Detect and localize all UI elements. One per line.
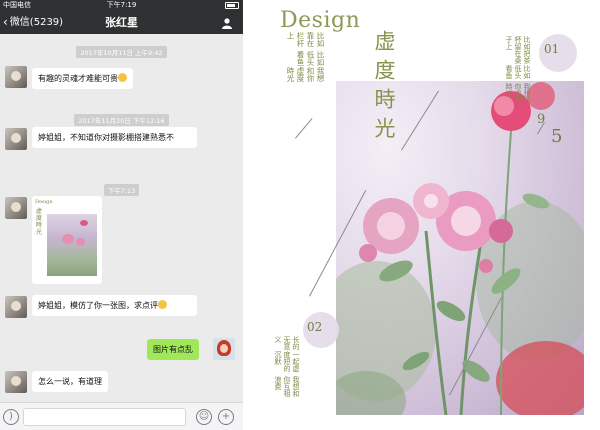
thumbnail-flower [76, 238, 85, 246]
message-bubble-out[interactable]: 图片有点乱 [147, 339, 199, 360]
number-01: 01 [544, 42, 560, 56]
number-02: 02 [307, 320, 323, 334]
person-icon[interactable] [221, 17, 233, 29]
chat-title: 张红星 [105, 16, 138, 29]
thumbnail-flower [80, 220, 88, 226]
image-message[interactable]: Design 虚度時光 [32, 196, 102, 284]
message-input[interactable] [23, 408, 186, 426]
grin-emoji-icon [158, 300, 167, 309]
thumbnail-vertical-text: 虚度時光 [36, 208, 43, 236]
divider-line [295, 118, 313, 139]
contact-avatar[interactable] [5, 128, 27, 150]
message-bubble-in[interactable]: 婷姐姐，模仿了你一张图，求点评 [32, 295, 197, 316]
poster-poem-top-left: 我想和你虚度時光 比如低头看鱼 比如靠在栏杆上 [286, 32, 325, 83]
message-bubble-in[interactable]: 有趣的灵魂才难能可贵 [32, 68, 133, 89]
status-time: 下午7:19 [106, 1, 137, 9]
timestamp: 下午7:13 [0, 178, 243, 197]
thumbnail-flower [62, 234, 74, 244]
emoji-icon[interactable]: ☺ [196, 409, 212, 425]
contact-avatar[interactable] [5, 371, 27, 393]
poster-title: Design [280, 8, 361, 33]
poster-poem-bottom-left: 我想和你互相浪费 一起虚度短的沉默 长的无意义 [274, 336, 300, 397]
number-5: 5 [551, 126, 563, 147]
timestamp: 2017年10月11日 上午9:42 [0, 40, 243, 59]
screenshot-composite: 中国电信 下午7:19 ‹ 微信(5239) 张红星 2017年10月11日 上… [0, 0, 600, 430]
contact-avatar[interactable] [5, 197, 27, 219]
message-bubble-in[interactable]: 婷姐姐，不知道你对摄影棚搭建熟悉不 [32, 127, 197, 148]
plus-icon[interactable]: + [218, 409, 234, 425]
message-bubble-in[interactable]: 怎么一说，有道理 [32, 371, 108, 392]
contact-avatar[interactable] [5, 296, 27, 318]
chat-input-bar: ) ☺ + [0, 402, 243, 430]
chat-navbar: ‹ 微信(5239) 张红星 [0, 11, 243, 34]
thumbnail-photo [47, 214, 97, 276]
poster-poem-top-right: 我想和你虚度時光 比如低头看鱼 比如把茶杯留在桌子上 [505, 36, 531, 104]
battery-icon [225, 2, 239, 9]
chat-area[interactable]: 2017年10月11日 上午9:42 有趣的灵魂才难能可贵 2017年11月20… [0, 34, 243, 402]
wechat-phone-screen: 中国电信 下午7:19 ‹ 微信(5239) 张红星 2017年10月11日 上… [0, 0, 243, 430]
timestamp: 2017年11月20日 下午12:16 [0, 108, 243, 127]
status-bar: 中国电信 下午7:19 [0, 0, 243, 11]
my-avatar[interactable] [213, 338, 235, 360]
grin-emoji-icon [118, 73, 127, 82]
voice-icon[interactable]: ) [3, 409, 19, 425]
poster-big-title: 虚度時光 [372, 30, 396, 146]
contact-avatar[interactable] [5, 66, 27, 88]
design-poster: Design 我想和你虚度時光 比如低头看鱼 比如靠在栏杆上 虚度時光 01 我… [253, 0, 600, 430]
thumbnail-title: Design [35, 199, 53, 205]
